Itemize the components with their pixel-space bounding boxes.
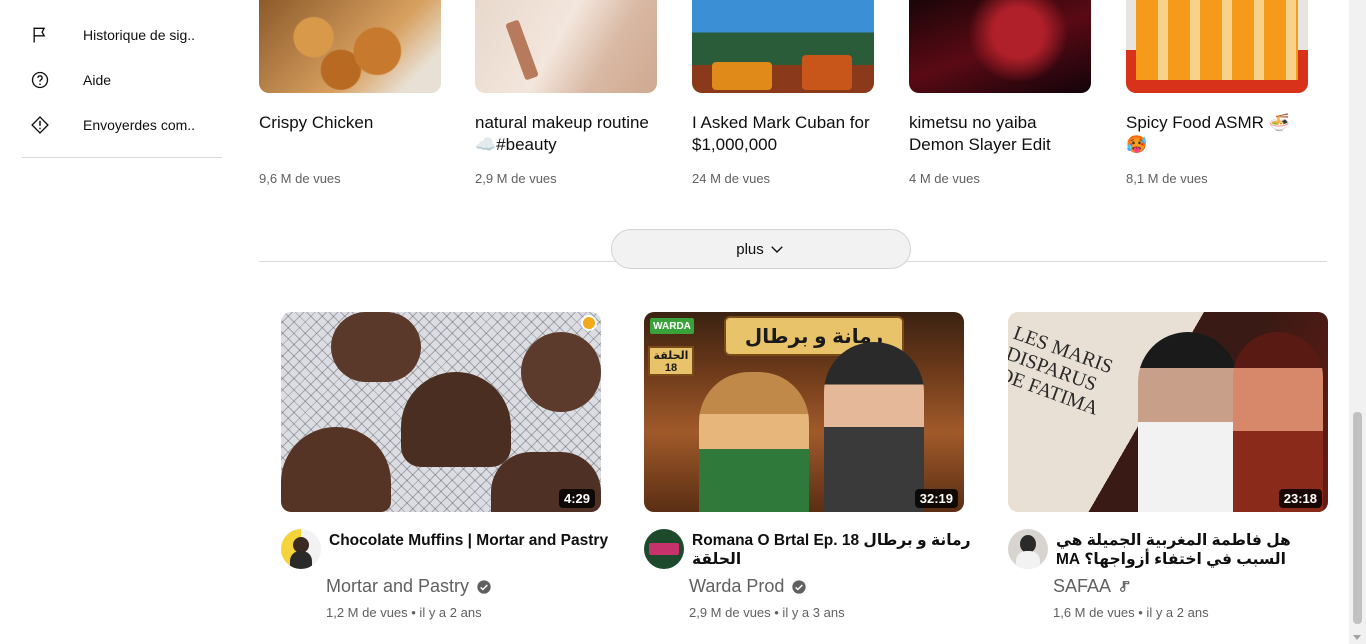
- sidebar-item-label: Historique de sig..: [83, 27, 196, 43]
- channel-name-text: SAFAA: [1053, 576, 1112, 596]
- video-metadata: 1,6 M de vues • il y a 2 ans: [1053, 605, 1209, 620]
- channel-logo-icon: [581, 315, 597, 331]
- music-note-icon: [1118, 579, 1134, 595]
- short-title[interactable]: natural makeup routine ☁️#beauty: [475, 112, 657, 156]
- scrollbar-thumb[interactable]: [1353, 412, 1362, 624]
- short-views: 9,6 M de vues: [259, 171, 341, 186]
- avatar[interactable]: [281, 529, 321, 569]
- video-metadata: 2,9 M de vues • il y a 3 ans: [689, 605, 845, 620]
- channel-name[interactable]: SAFAA: [1053, 576, 1134, 597]
- video-title[interactable]: Chocolate Muffins | Mortar and Pastry: [329, 531, 611, 550]
- short-title[interactable]: I Asked Mark Cuban for $1,000,000: [692, 112, 874, 156]
- video-thumbnail[interactable]: رمانة و برطال WARDA الحلقة 18 32:19: [644, 312, 964, 512]
- short-views: 4 M de vues: [909, 171, 980, 186]
- sidebar: Historique de sig.. Aide Envoyerdes com.…: [0, 0, 240, 644]
- show-more-label: plus: [736, 240, 764, 258]
- video-title[interactable]: هل فاطمة المغربية الجميلة هي السبب في اخ…: [1056, 531, 1338, 569]
- short-title[interactable]: kimetsu no yaiba Demon Slayer Edit: [909, 112, 1091, 156]
- channel-name-text: Mortar and Pastry: [326, 576, 470, 596]
- video-title[interactable]: Romana O Brtal Ep. 18 رمانة و برطال الحل…: [692, 531, 974, 569]
- short-title[interactable]: Spicy Food ASMR 🍜🥵: [1126, 112, 1308, 156]
- short-thumbnail[interactable]: [475, 0, 657, 93]
- video-metadata: 1,2 M de vues • il y a 2 ans: [326, 605, 482, 620]
- sidebar-item-help[interactable]: Aide: [22, 60, 222, 100]
- sidebar-item-label: Envoyerdes com..: [83, 117, 196, 133]
- chevron-down-icon: [768, 240, 786, 258]
- sidebar-item-report-history[interactable]: Historique de sig..: [22, 15, 222, 55]
- short-views: 2,9 M de vues: [475, 171, 557, 186]
- sidebar-item-send-feedback[interactable]: Envoyerdes com..: [22, 105, 222, 145]
- scrollbar[interactable]: [1349, 0, 1366, 644]
- channel-name[interactable]: Warda Prod: [689, 576, 807, 597]
- short-thumbnail[interactable]: [909, 0, 1091, 93]
- scroll-down-arrow-icon[interactable]: [1353, 635, 1361, 640]
- sidebar-item-label: Aide: [83, 72, 112, 88]
- show-more-button[interactable]: plus: [611, 229, 911, 269]
- short-thumbnail[interactable]: [692, 0, 874, 93]
- thumbnail-episode-badge: الحلقة 18: [648, 346, 694, 376]
- video-thumbnail[interactable]: 4:29: [281, 312, 601, 512]
- thumbnail-text: LES MARIS DISPARUS DE FATIMA: [1008, 322, 1116, 420]
- flag-icon: [28, 23, 52, 47]
- short-title[interactable]: Crispy Chicken: [259, 112, 441, 134]
- avatar[interactable]: [644, 529, 684, 569]
- verified-badge-icon: [476, 579, 492, 595]
- channel-name[interactable]: Mortar and Pastry: [326, 576, 492, 597]
- help-icon: [28, 68, 52, 92]
- channel-name-text: Warda Prod: [689, 576, 785, 596]
- feedback-icon: [28, 113, 52, 137]
- video-thumbnail[interactable]: LES MARIS DISPARUS DE FATIMA 23:18: [1008, 312, 1328, 512]
- video-duration: 32:19: [914, 489, 958, 508]
- short-thumbnail[interactable]: [1126, 0, 1308, 93]
- verified-badge-icon: [791, 579, 807, 595]
- avatar[interactable]: [1008, 529, 1048, 569]
- thumbnail-logo: WARDA: [650, 318, 694, 334]
- sidebar-divider: [22, 157, 222, 158]
- short-views: 8,1 M de vues: [1126, 171, 1208, 186]
- short-thumbnail[interactable]: [259, 0, 441, 93]
- video-duration: 23:18: [1278, 489, 1322, 508]
- short-views: 24 M de vues: [692, 171, 771, 186]
- video-duration: 4:29: [558, 489, 595, 508]
